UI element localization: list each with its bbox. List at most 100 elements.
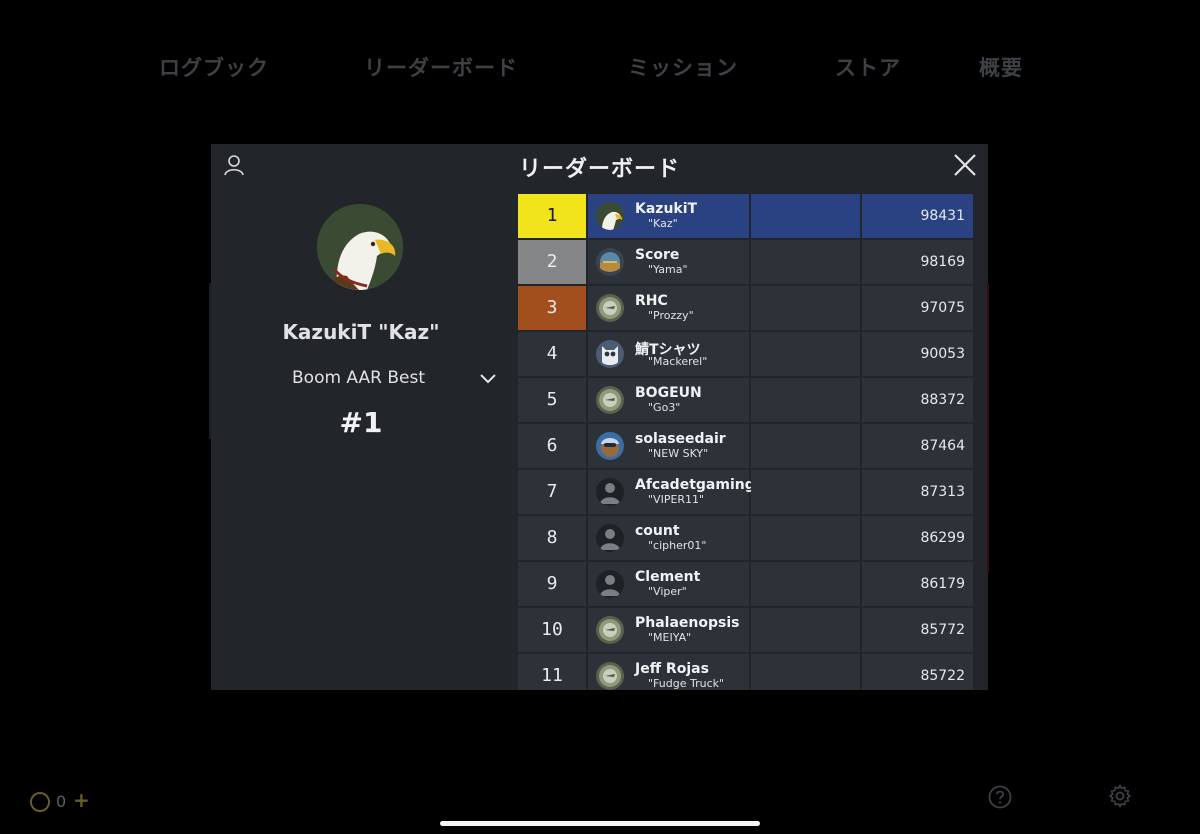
score-value: 86179 xyxy=(920,576,965,592)
edge-left xyxy=(209,283,211,439)
nav-overview[interactable]: 概要 xyxy=(979,52,1023,82)
player-cell: Phalaenopsis "MEIYA" xyxy=(588,608,749,652)
player-name: Clement xyxy=(635,569,701,585)
score-cell: 97075 xyxy=(862,286,973,330)
player-callsign: "Viper" xyxy=(648,585,687,598)
player-name: solaseedair xyxy=(635,431,726,447)
leaderboard-modal: リーダーボード KazukiT "Kaz" Boom AAR Best #1 1… xyxy=(211,144,988,690)
player-cell: KazukiT "Kaz" xyxy=(588,194,749,238)
score-value: 87464 xyxy=(920,438,965,454)
empty-cell xyxy=(751,378,860,422)
score-value: 85772 xyxy=(920,622,965,638)
score-value: 86299 xyxy=(920,530,965,546)
player-name: KazukiT xyxy=(635,201,698,217)
leaderboard-row[interactable]: 8 count "cipher01" 86299 xyxy=(518,516,973,560)
rank-cell: 7 xyxy=(518,470,586,514)
empty-cell xyxy=(751,194,860,238)
leaderboard-row[interactable]: 7 Afcadetgaming "VIPER11" 87313 xyxy=(518,470,973,514)
empty-cell xyxy=(751,240,860,284)
score-value: 87313 xyxy=(920,484,965,500)
nav-leaderboard[interactable]: リーダーボード xyxy=(364,52,518,82)
player-cell: 鯖Tシャツ "Mackerel" xyxy=(588,332,749,376)
score-cell: 85722 xyxy=(862,654,973,690)
player-cell: solaseedair "NEW SKY" xyxy=(588,424,749,468)
rank-cell: 8 xyxy=(518,516,586,560)
player-callsign: "MEIYA" xyxy=(648,631,692,644)
score-cell: 86299 xyxy=(862,516,973,560)
player-callsign: "NEW SKY" xyxy=(648,447,709,460)
score-value: 85722 xyxy=(920,668,965,684)
leaderboard-row[interactable]: 4 鯖Tシャツ "Mackerel" 90053 xyxy=(518,332,973,376)
player-callsign: "Mackerel" xyxy=(648,355,708,368)
eagle-avatar xyxy=(596,202,624,230)
rank-cell: 3 xyxy=(518,286,586,330)
score-cell: 98169 xyxy=(862,240,973,284)
help-icon[interactable] xyxy=(988,785,1012,809)
player-callsign: "Go3" xyxy=(648,401,681,414)
rank-cell: 4 xyxy=(518,332,586,376)
score-cell: 87313 xyxy=(862,470,973,514)
score-cell: 86179 xyxy=(862,562,973,606)
player-name: Phalaenopsis xyxy=(635,615,740,631)
home-indicator xyxy=(440,821,760,826)
default-avatar xyxy=(596,570,624,598)
leaderboard-row[interactable]: 1 KazukiT "Kaz" 98431 xyxy=(518,194,973,238)
leaderboard-row[interactable]: 5 BOGEUN "Go3" 88372 xyxy=(518,378,973,422)
score-value: 97075 xyxy=(920,300,965,316)
add-coins-button[interactable]: + xyxy=(73,788,90,812)
badge-avatar xyxy=(596,662,624,690)
score-cell: 87464 xyxy=(862,424,973,468)
player-cell: Score "Yama" xyxy=(588,240,749,284)
owl-avatar xyxy=(596,340,624,368)
player-cell: count "cipher01" xyxy=(588,516,749,560)
player-cell: BOGEUN "Go3" xyxy=(588,378,749,422)
score-cell: 90053 xyxy=(862,332,973,376)
pilot-avatar xyxy=(596,432,624,460)
empty-cell xyxy=(751,516,860,560)
leaderboard-row[interactable]: 11 Jeff Rojas "Fudge Truck" 85722 xyxy=(518,654,973,690)
gear-icon[interactable] xyxy=(1108,784,1132,808)
coin-count: 0 xyxy=(56,792,67,811)
top-nav: ログブック リーダーボード ミッション ストア 概要 xyxy=(0,52,1200,84)
close-icon[interactable] xyxy=(952,152,978,178)
score-cell: 98431 xyxy=(862,194,973,238)
profile-panel: KazukiT "Kaz" Boom AAR Best #1 xyxy=(211,144,511,690)
leaderboard-row[interactable]: 10 Phalaenopsis "MEIYA" 85772 xyxy=(518,608,973,652)
empty-cell xyxy=(751,286,860,330)
player-name: Score xyxy=(635,247,680,263)
leaderboard-row[interactable]: 3 RHC "Prozzy" 97075 xyxy=(518,286,973,330)
rank-cell: 10 xyxy=(518,608,586,652)
rank-cell: 6 xyxy=(518,424,586,468)
rank-cell: 5 xyxy=(518,378,586,422)
empty-cell xyxy=(751,470,860,514)
score-value: 98169 xyxy=(920,254,965,270)
player-cell: Afcadetgaming "VIPER11" xyxy=(588,470,755,514)
coin-icon xyxy=(30,792,50,812)
score-cell: 85772 xyxy=(862,608,973,652)
nav-missions[interactable]: ミッション xyxy=(628,52,738,82)
score-value: 90053 xyxy=(920,346,965,362)
eagle-avatar xyxy=(317,204,403,290)
default-avatar xyxy=(596,524,624,552)
player-cell: Jeff Rojas "Fudge Truck" xyxy=(588,654,749,690)
player-callsign: "Prozzy" xyxy=(648,309,694,322)
profile-name: KazukiT "Kaz" xyxy=(282,320,440,344)
leaderboard-row[interactable]: 6 solaseedair "NEW SKY" 87464 xyxy=(518,424,973,468)
leaderboard-row[interactable]: 9 Clement "Viper" 86179 xyxy=(518,562,973,606)
player-name: count xyxy=(635,523,680,539)
empty-cell xyxy=(751,608,860,652)
modal-title: リーダーボード xyxy=(519,157,681,182)
profile-rank: #1 xyxy=(339,406,383,439)
player-name: RHC xyxy=(635,293,668,309)
rank-cell: 9 xyxy=(518,562,586,606)
leaderboard-table[interactable]: 1 KazukiT "Kaz" 98431 2 Score "Yama" 98169 3 RHC "… xyxy=(518,194,973,690)
player-callsign: "Yama" xyxy=(648,263,688,276)
player-callsign: "VIPER11" xyxy=(648,493,705,506)
nav-store[interactable]: ストア xyxy=(835,52,901,82)
player-callsign: "cipher01" xyxy=(648,539,707,552)
empty-cell xyxy=(751,424,860,468)
rank-cell: 11 xyxy=(518,654,586,690)
board-dropdown[interactable]: Boom AAR Best xyxy=(281,366,501,394)
leaderboard-row[interactable]: 2 Score "Yama" 98169 xyxy=(518,240,973,284)
nav-logbook[interactable]: ログブック xyxy=(159,52,269,82)
